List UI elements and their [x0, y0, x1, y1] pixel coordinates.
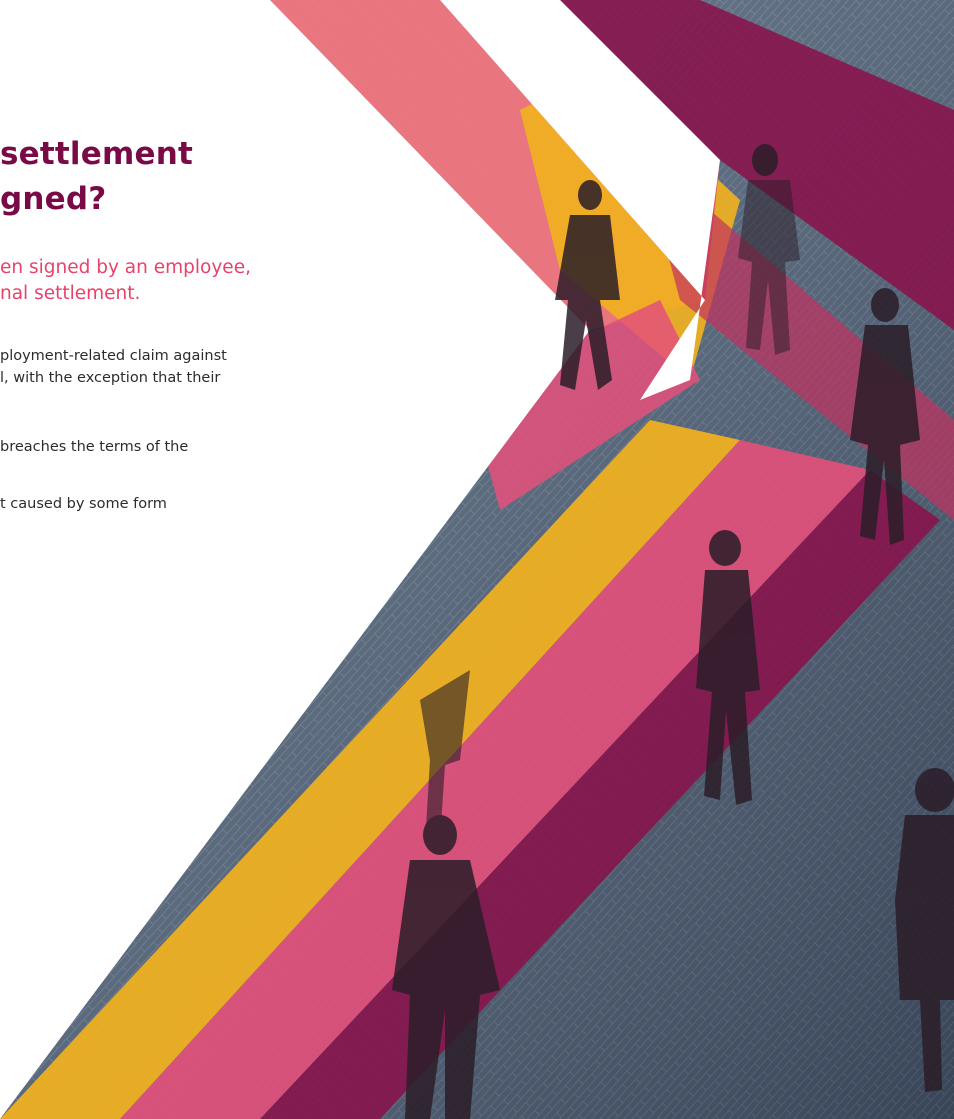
hero-image	[0, 0, 954, 1119]
